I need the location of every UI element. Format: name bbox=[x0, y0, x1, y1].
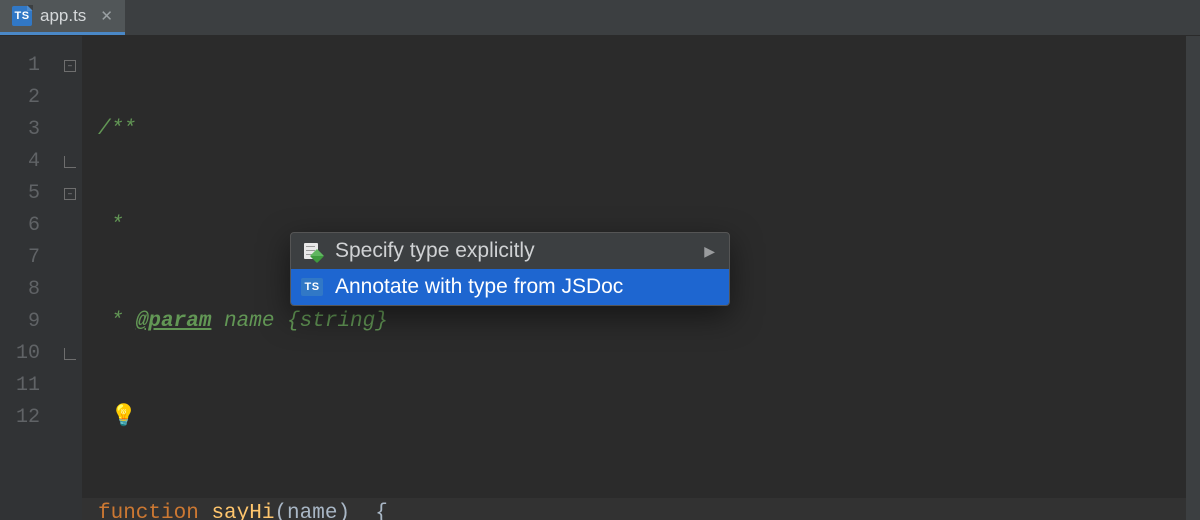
scrollbar-track[interactable] bbox=[1186, 36, 1200, 520]
line-number: 6 bbox=[0, 210, 58, 242]
code-token: name {string} bbox=[211, 310, 387, 333]
intention-item-annotate-jsdoc[interactable]: TS Annotate with type from JSDoc bbox=[291, 269, 729, 305]
tab-bar: TS app.ts ✕ bbox=[0, 0, 1200, 36]
line-number: 5 bbox=[0, 178, 58, 210]
fold-gutter bbox=[58, 36, 82, 520]
code-token: * bbox=[98, 214, 123, 237]
line-number: 3 bbox=[0, 114, 58, 146]
line-number: 10 bbox=[0, 338, 58, 370]
fold-end-icon[interactable] bbox=[64, 156, 76, 168]
intention-item-label: Specify type explicitly bbox=[335, 239, 535, 263]
tab-app-ts[interactable]: TS app.ts ✕ bbox=[0, 0, 125, 35]
code-token bbox=[98, 406, 111, 429]
line-number: 12 bbox=[0, 402, 58, 434]
fold-end-icon[interactable] bbox=[64, 348, 76, 360]
fold-start-icon[interactable] bbox=[64, 188, 76, 200]
intention-item-specify-type[interactable]: Specify type explicitly ▶ bbox=[291, 233, 729, 269]
line-number: 9 bbox=[0, 306, 58, 338]
intention-bulb-icon[interactable]: 💡 bbox=[111, 402, 137, 434]
active-line: function sayHi(name) { bbox=[82, 498, 1200, 520]
intention-item-label: Annotate with type from JSDoc bbox=[335, 275, 623, 299]
line-number: 8 bbox=[0, 274, 58, 306]
code-token: (name) { bbox=[274, 502, 387, 520]
line-number-gutter: 1 2 3 4 5 6 7 8 9 10 11 12 bbox=[0, 36, 58, 520]
line-number: 1 bbox=[0, 50, 58, 82]
fold-start-icon[interactable] bbox=[64, 60, 76, 72]
code-token: * bbox=[98, 310, 136, 333]
ts-icon: TS bbox=[301, 278, 323, 296]
line-number: 2 bbox=[0, 82, 58, 114]
line-number: 11 bbox=[0, 370, 58, 402]
editor: 1 2 3 4 5 6 7 8 9 10 11 12 /** * * @para… bbox=[0, 36, 1200, 520]
jsdoc-tag: @param bbox=[136, 310, 212, 333]
code-token: /** bbox=[98, 118, 136, 141]
ts-file-icon: TS bbox=[12, 6, 32, 26]
line-number: 7 bbox=[0, 242, 58, 274]
tab-filename: app.ts bbox=[40, 6, 86, 26]
close-tab-icon[interactable]: ✕ bbox=[100, 7, 113, 25]
edit-pencil-icon bbox=[301, 240, 323, 262]
submenu-arrow-icon: ▶ bbox=[704, 243, 715, 260]
code-function: sayHi bbox=[211, 502, 274, 520]
intention-popup: Specify type explicitly ▶ TS Annotate wi… bbox=[290, 232, 730, 306]
code-keyword: function bbox=[98, 502, 199, 520]
line-number: 4 bbox=[0, 146, 58, 178]
